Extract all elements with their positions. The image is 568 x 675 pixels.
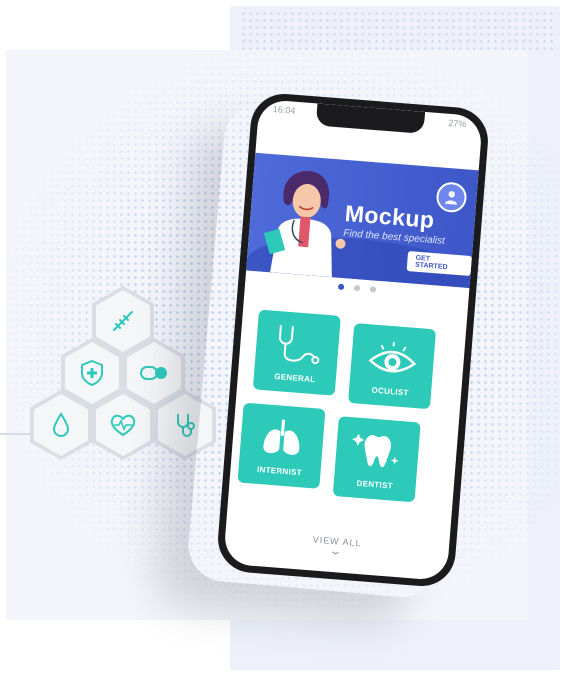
user-icon — [444, 191, 457, 205]
carousel-dot-2[interactable] — [353, 284, 361, 292]
dna-icon — [113, 311, 133, 331]
category-label: INTERNIST — [256, 464, 303, 478]
category-tile-general[interactable]: GENERAL — [252, 309, 341, 396]
view-all-link[interactable]: VIEW ALL ⌄ — [224, 528, 449, 567]
category-tile-internist[interactable]: INTERNIST — [237, 402, 326, 489]
category-tile-oculist[interactable]: OCULIST — [348, 323, 437, 410]
category-tile-dentist[interactable]: DENTIST — [332, 416, 421, 503]
carousel-dot-3[interactable] — [369, 286, 377, 293]
status-time: 16:04 — [272, 104, 296, 116]
avatar[interactable] — [435, 181, 468, 214]
carousel-dot-1[interactable] — [337, 283, 345, 291]
lungs-icon — [263, 419, 300, 455]
promo-banner[interactable]: Mockup Find the best specialist GET STAR… — [246, 152, 479, 288]
phone-mockup: 16:04 27% Mockup Find the best specialis… — [215, 91, 491, 589]
drop-icon — [52, 412, 70, 437]
doctor-illustration — [263, 171, 346, 278]
heart-pulse-icon — [110, 414, 136, 437]
category-label: DENTIST — [356, 478, 394, 491]
tooth-icon — [352, 433, 399, 468]
category-label: GENERAL — [273, 371, 316, 385]
phone-screen: 16:04 27% Mockup Find the best specialis… — [223, 98, 483, 582]
background-dot-pattern-top — [240, 10, 555, 50]
eye-icon — [368, 342, 417, 373]
status-battery: 27% — [447, 117, 467, 130]
stethoscope-icon — [278, 325, 320, 365]
category-grid: GENERAL OCULIST INTERNIST DENTIST — [237, 309, 452, 503]
category-label: OCULIST — [371, 385, 409, 398]
phone-notch — [315, 103, 426, 134]
pill-icon — [140, 366, 167, 380]
shield-plus-icon — [81, 359, 103, 387]
